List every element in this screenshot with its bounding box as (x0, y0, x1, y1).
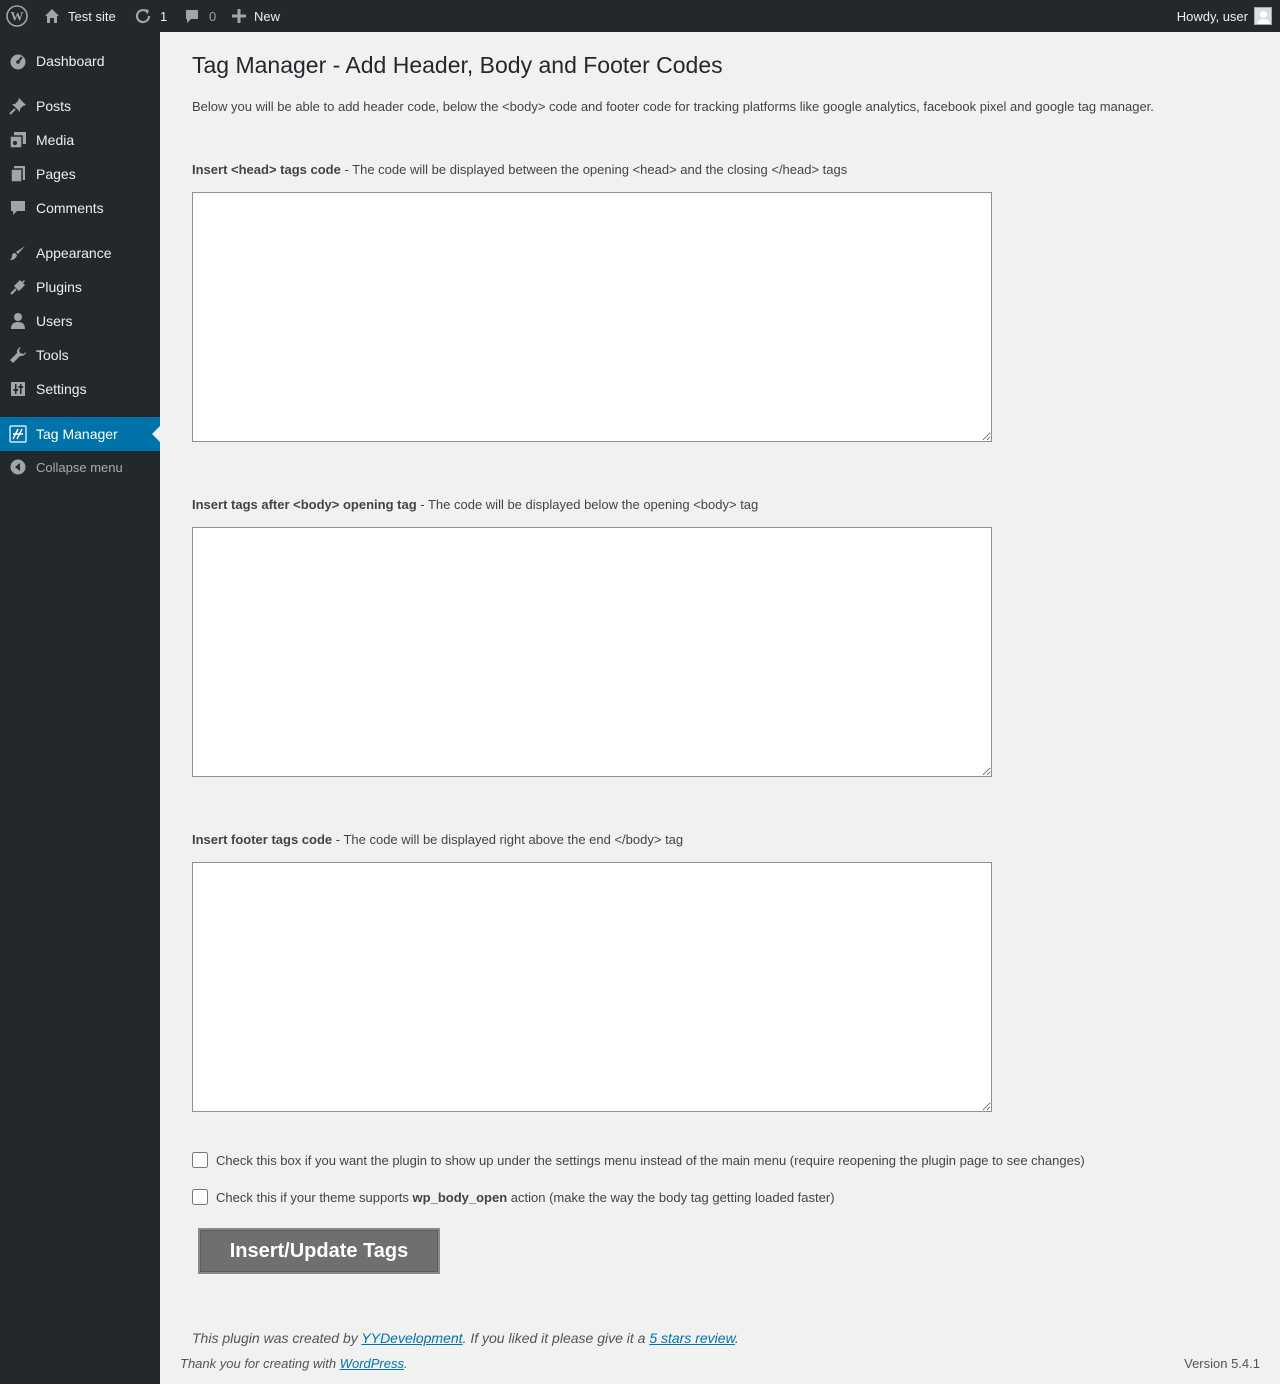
wordpress-logo-menu[interactable]: W (6, 0, 28, 32)
admin-sidebar: Dashboard Posts Media Pages Comments App… (0, 32, 160, 1384)
footer-code-label-rest: - The code will be displayed right above… (332, 832, 684, 847)
insert-update-tags-button[interactable]: Insert/Update Tags (198, 1228, 440, 1274)
sidebar-item-media[interactable]: Media (0, 123, 160, 157)
body-code-label-rest: - The code will be displayed below the o… (416, 497, 759, 512)
footer-code-label-bold: Insert footer tags code (192, 832, 333, 847)
body-code-textarea[interactable] (192, 527, 992, 777)
updates-count: 1 (160, 8, 168, 24)
admin-bar: W Test site 1 0 New Howdy, user (0, 0, 1280, 32)
footer-thanks-prefix: Thank you for creating with (180, 1356, 340, 1371)
sidebar-item-tag-manager[interactable]: Tag Manager (0, 417, 160, 451)
comment-icon (0, 199, 36, 217)
sidebar-item-label: Dashboard (36, 53, 105, 69)
yydevelopment-link[interactable]: YYDevelopment (361, 1330, 462, 1346)
avatar (1254, 7, 1272, 25)
credit-prefix: This plugin was created by (192, 1330, 362, 1346)
sidebar-item-label: Media (36, 132, 75, 148)
wp-body-open-checkbox[interactable] (192, 1189, 208, 1205)
footer-version: Version 5.4.1 (1184, 1356, 1260, 1371)
footer-code-textarea[interactable] (192, 862, 992, 1112)
settings-menu-checkbox-label: Check this box if you want the plugin to… (216, 1152, 1085, 1168)
credit-suffix: . (734, 1330, 739, 1346)
media-icon (0, 131, 36, 149)
user-icon (0, 312, 36, 330)
footer-thanks-suffix: . (404, 1356, 408, 1371)
wp-body-open-label-suffix: action (make the way the body tag gettin… (507, 1189, 835, 1205)
new-label: New (254, 8, 281, 24)
brush-icon (0, 244, 36, 262)
updates-menu[interactable]: 1 (134, 0, 167, 32)
home-icon (44, 8, 60, 24)
body-code-label-bold: Insert tags after <body> opening tag (192, 497, 417, 512)
sidebar-item-plugins[interactable]: Plugins (0, 270, 160, 304)
collapse-arrow-icon (0, 459, 36, 475)
sidebar-item-label: Pages (36, 166, 76, 182)
sidebar-item-users[interactable]: Users (0, 304, 160, 338)
sidebar-item-tools[interactable]: Tools (0, 338, 160, 372)
sidebar-item-posts[interactable]: Posts (0, 89, 160, 123)
sidebar-item-pages[interactable]: Pages (0, 157, 160, 191)
sidebar-item-dashboard[interactable]: Dashboard (0, 44, 160, 78)
intro-text: Below you will be able to add header cod… (192, 99, 1154, 114)
sidebar-item-label: Users (36, 313, 73, 329)
sliders-icon (0, 380, 36, 398)
tag-manager-icon (0, 425, 36, 443)
sidebar-item-appearance[interactable]: Appearance (0, 236, 160, 270)
updates-icon (134, 8, 152, 24)
new-content-menu[interactable]: New (232, 0, 280, 32)
wp-body-open-label-bold: wp_body_open (412, 1189, 508, 1205)
sidebar-item-label: Appearance (36, 245, 112, 261)
credit-middle: . If you liked it please give it a (462, 1330, 650, 1346)
sidebar-item-label: Posts (36, 98, 72, 114)
svg-text:W: W (11, 9, 24, 24)
comments-menu[interactable]: 0 (184, 0, 216, 32)
head-code-label: Insert <head> tags code - The code will … (192, 162, 847, 177)
collapse-menu-button[interactable]: Collapse menu (0, 450, 160, 484)
pages-icon (0, 165, 36, 183)
plug-icon (0, 278, 36, 296)
comments-count: 0 (209, 8, 217, 24)
wrench-icon (0, 346, 36, 364)
sidebar-item-label: Tools (36, 347, 69, 363)
sidebar-item-label: Tag Manager (36, 426, 118, 442)
sidebar-item-comments[interactable]: Comments (0, 191, 160, 225)
footer-thanks: Thank you for creating with WordPress. (180, 1356, 408, 1371)
body-code-label: Insert tags after <body> opening tag - T… (192, 497, 758, 512)
footer-code-label: Insert footer tags code - The code will … (192, 832, 683, 847)
plus-icon (232, 9, 246, 23)
site-name-menu[interactable]: Test site (44, 0, 116, 32)
collapse-menu-label: Collapse menu (36, 459, 123, 475)
head-code-textarea[interactable] (192, 192, 992, 442)
site-name: Test site (68, 8, 116, 24)
head-code-label-bold: Insert <head> tags code (192, 162, 341, 177)
wp-body-open-option[interactable]: Check this if your theme supports wp_bod… (192, 1189, 835, 1205)
plugin-credit: This plugin was created by YYDevelopment… (192, 1330, 739, 1346)
account-menu[interactable]: Howdy, user (1177, 0, 1272, 32)
dashboard-icon (0, 52, 36, 70)
pin-icon (0, 97, 36, 115)
sidebar-item-settings[interactable]: Settings (0, 372, 160, 406)
sidebar-item-label: Comments (36, 200, 104, 216)
howdy-text: Howdy, user (1176, 8, 1248, 24)
review-link[interactable]: 5 stars review (649, 1330, 735, 1346)
sidebar-item-label: Plugins (36, 279, 82, 295)
comment-bubble-icon (184, 8, 200, 24)
wordpress-logo-icon: W (6, 5, 28, 27)
head-code-label-rest: - The code will be displayed between the… (340, 162, 848, 177)
wordpress-link[interactable]: WordPress (340, 1356, 404, 1371)
settings-menu-option[interactable]: Check this box if you want the plugin to… (192, 1152, 1085, 1168)
settings-menu-checkbox[interactable] (192, 1152, 208, 1168)
wp-body-open-label-prefix: Check this if your theme supports (216, 1189, 413, 1205)
sidebar-item-label: Settings (36, 381, 87, 397)
page-title: Tag Manager - Add Header, Body and Foote… (192, 52, 723, 78)
